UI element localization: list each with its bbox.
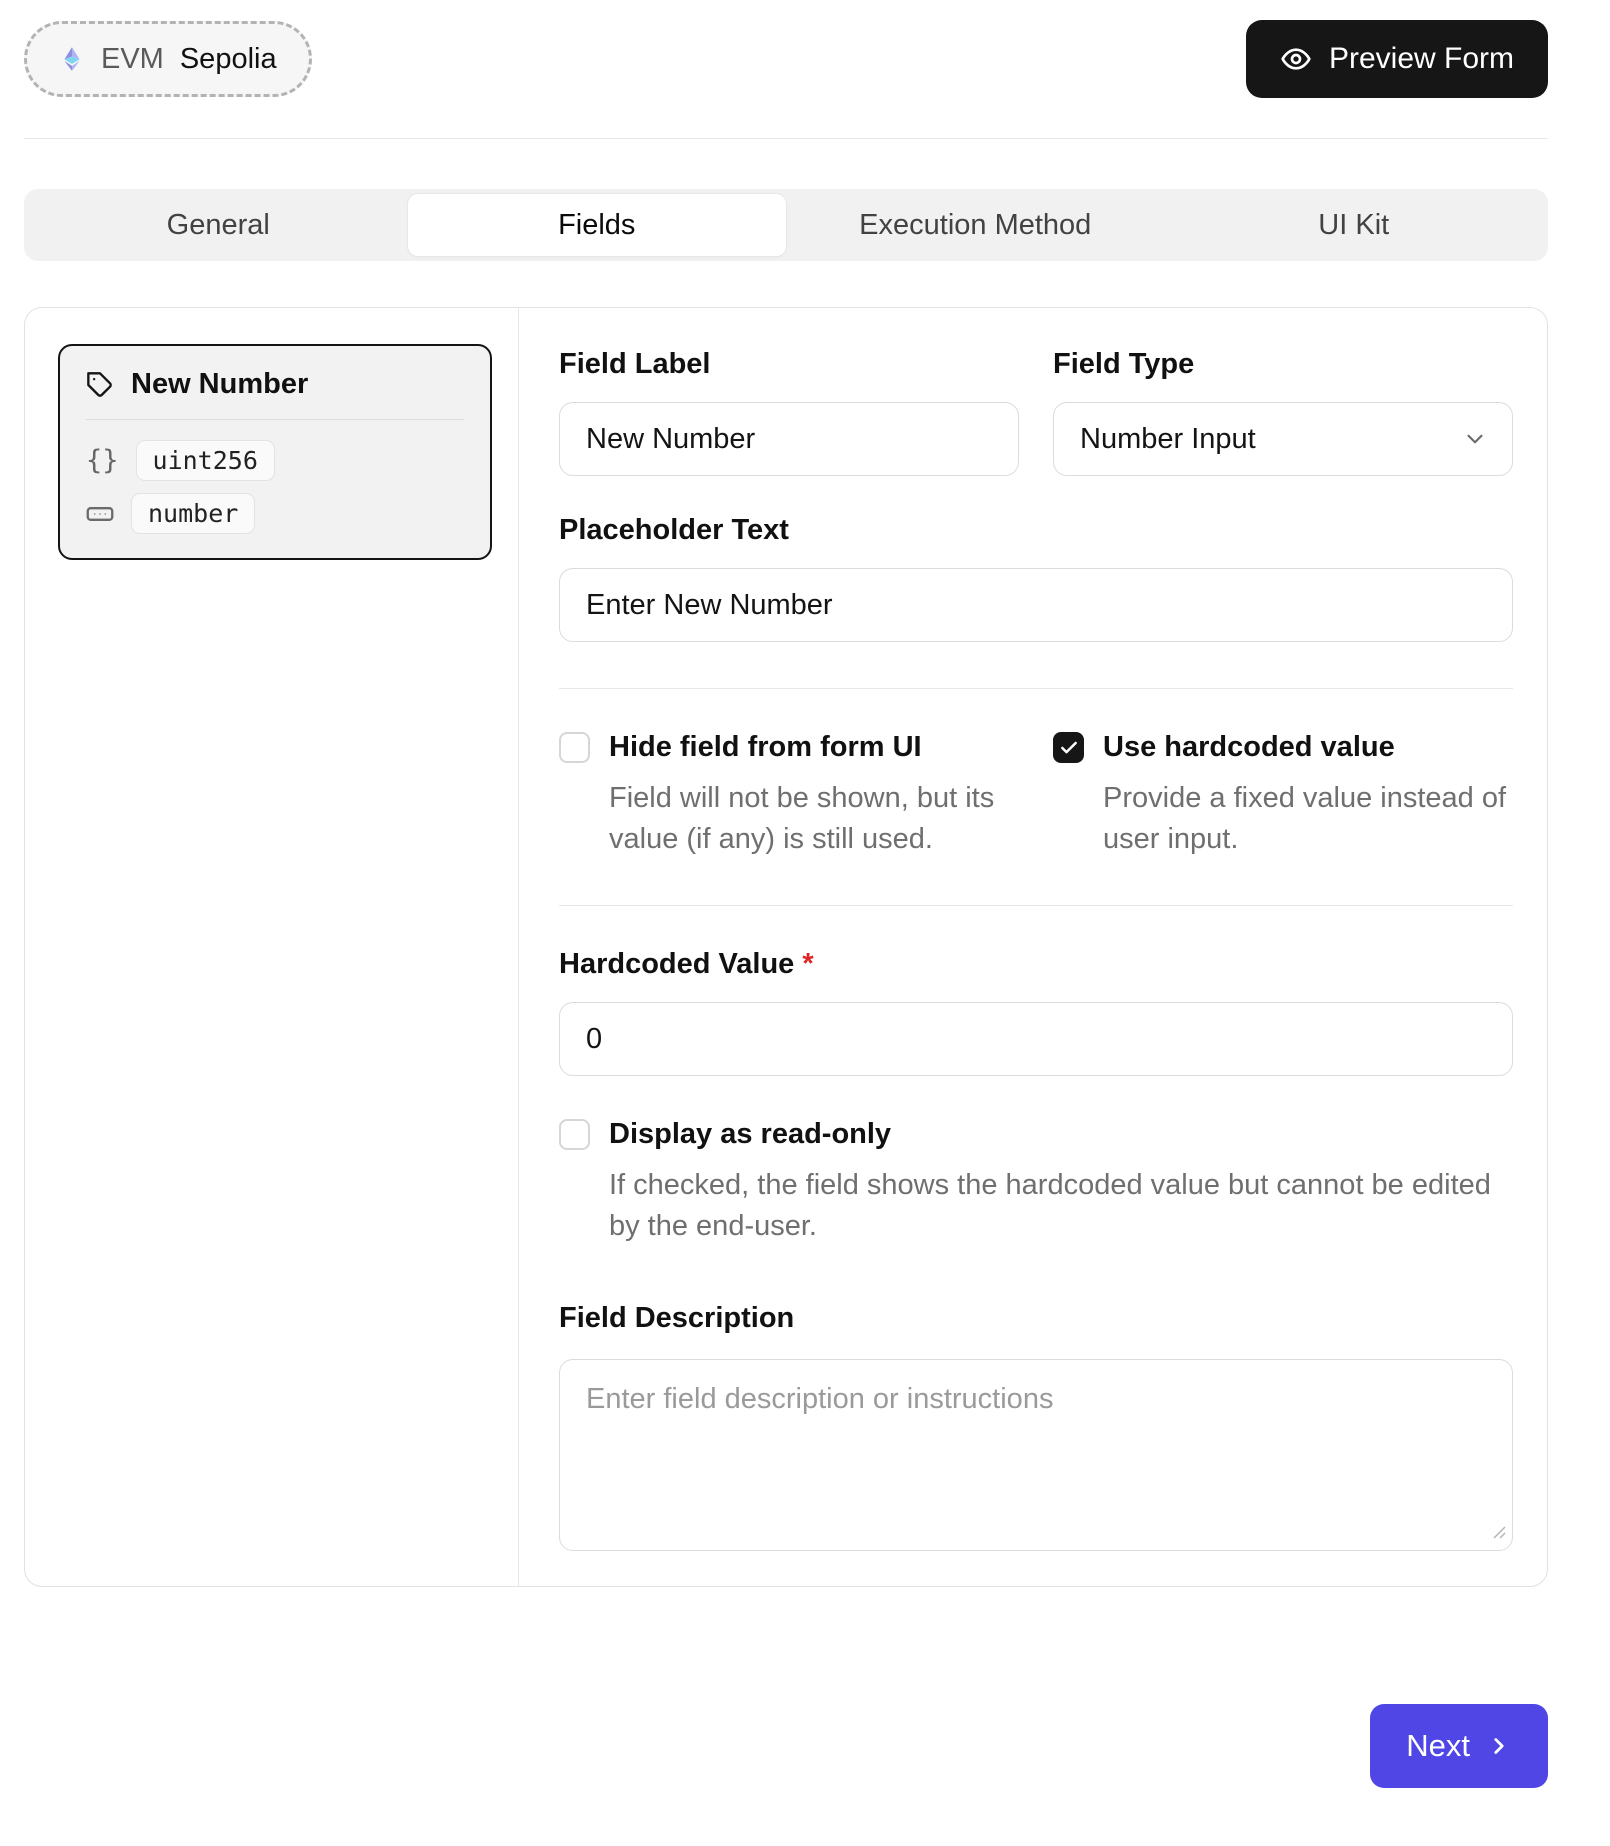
field-type-label: Field Type	[1053, 348, 1513, 381]
read-only-description: If checked, the field shows the hardcode…	[609, 1165, 1513, 1246]
hide-field-description: Field will not be shown, but its value (…	[609, 778, 1019, 859]
section-divider-2	[559, 905, 1513, 906]
field-card-divider	[86, 419, 464, 420]
field-description-group: Field Description	[559, 1302, 1513, 1551]
tab-fields[interactable]: Fields	[408, 194, 787, 256]
section-divider-1	[559, 688, 1513, 689]
preview-form-label: Preview Form	[1329, 42, 1514, 76]
use-hardcoded-description: Provide a fixed value instead of user in…	[1103, 778, 1513, 859]
field-description-textarea[interactable]	[559, 1359, 1513, 1551]
chevron-right-icon	[1486, 1733, 1512, 1759]
tag-icon	[86, 371, 114, 399]
hardcoded-value-input[interactable]	[559, 1002, 1513, 1076]
tab-execution-method[interactable]: Execution Method	[786, 194, 1165, 256]
input-type-row: number	[86, 493, 464, 534]
ethereum-icon	[59, 39, 85, 79]
field-card-title: New Number	[131, 368, 308, 401]
field-type-group: Field Type Number Input	[1053, 348, 1513, 476]
field-type-select[interactable]: Number Input	[1053, 402, 1513, 476]
chain-label: EVM	[101, 43, 164, 76]
read-only-group: Display as read-only If checked, the fie…	[559, 1118, 1513, 1246]
required-asterisk: *	[802, 948, 813, 980]
form-builder-page: EVM Sepolia Preview Form General Fields …	[0, 0, 1610, 1788]
network-label: Sepolia	[180, 43, 277, 76]
read-only-label[interactable]: Display as read-only	[609, 1118, 891, 1151]
field-label-group: Field Label	[559, 348, 1019, 476]
tab-ui-kit[interactable]: UI Kit	[1165, 194, 1544, 256]
field-card-header: New Number	[86, 368, 464, 401]
hardcoded-value-group: Hardcoded Value *	[559, 948, 1513, 1076]
input-kind-badge: number	[131, 493, 255, 534]
network-badge[interactable]: EVM Sepolia	[24, 21, 312, 97]
footer: Next	[24, 1704, 1548, 1788]
placeholder-label: Placeholder Text	[559, 514, 1513, 547]
placeholder-input[interactable]	[559, 568, 1513, 642]
chevron-down-icon	[1462, 426, 1488, 452]
tab-general[interactable]: General	[29, 194, 408, 256]
field-card-new-number[interactable]: New Number {} uint256	[58, 344, 492, 560]
tabbar: General Fields Execution Method UI Kit	[24, 189, 1548, 261]
field-type-row: {} uint256	[86, 440, 464, 481]
braces-icon: {}	[86, 445, 119, 476]
use-hardcoded-label[interactable]: Use hardcoded value	[1103, 731, 1395, 764]
hide-field-group: Hide field from form UI Field will not b…	[559, 731, 1019, 859]
hide-field-checkbox[interactable]	[559, 732, 590, 763]
hardcoded-value-label: Hardcoded Value *	[559, 948, 1513, 981]
next-button[interactable]: Next	[1370, 1704, 1548, 1788]
input-field-icon	[86, 500, 114, 528]
field-type-value: Number Input	[1080, 423, 1256, 456]
eye-icon	[1280, 43, 1312, 75]
read-only-checkbox[interactable]	[559, 1119, 590, 1150]
field-list: New Number {} uint256	[25, 308, 519, 1586]
placeholder-group: Placeholder Text	[559, 514, 1513, 642]
field-description-label: Field Description	[559, 1302, 1513, 1335]
use-hardcoded-checkbox[interactable]	[1053, 732, 1084, 763]
solidity-type-badge: uint256	[136, 440, 275, 481]
hide-field-label[interactable]: Hide field from form UI	[609, 731, 922, 764]
field-label-input[interactable]	[559, 402, 1019, 476]
next-button-label: Next	[1406, 1728, 1470, 1764]
use-hardcoded-group: Use hardcoded value Provide a fixed valu…	[1053, 731, 1513, 859]
fields-panel: New Number {} uint256	[24, 307, 1548, 1587]
header: EVM Sepolia Preview Form	[24, 20, 1548, 139]
field-editor: Field Label Field Type Number Input Plac…	[519, 308, 1547, 1586]
preview-form-button[interactable]: Preview Form	[1246, 20, 1548, 98]
field-label-label: Field Label	[559, 348, 1019, 381]
